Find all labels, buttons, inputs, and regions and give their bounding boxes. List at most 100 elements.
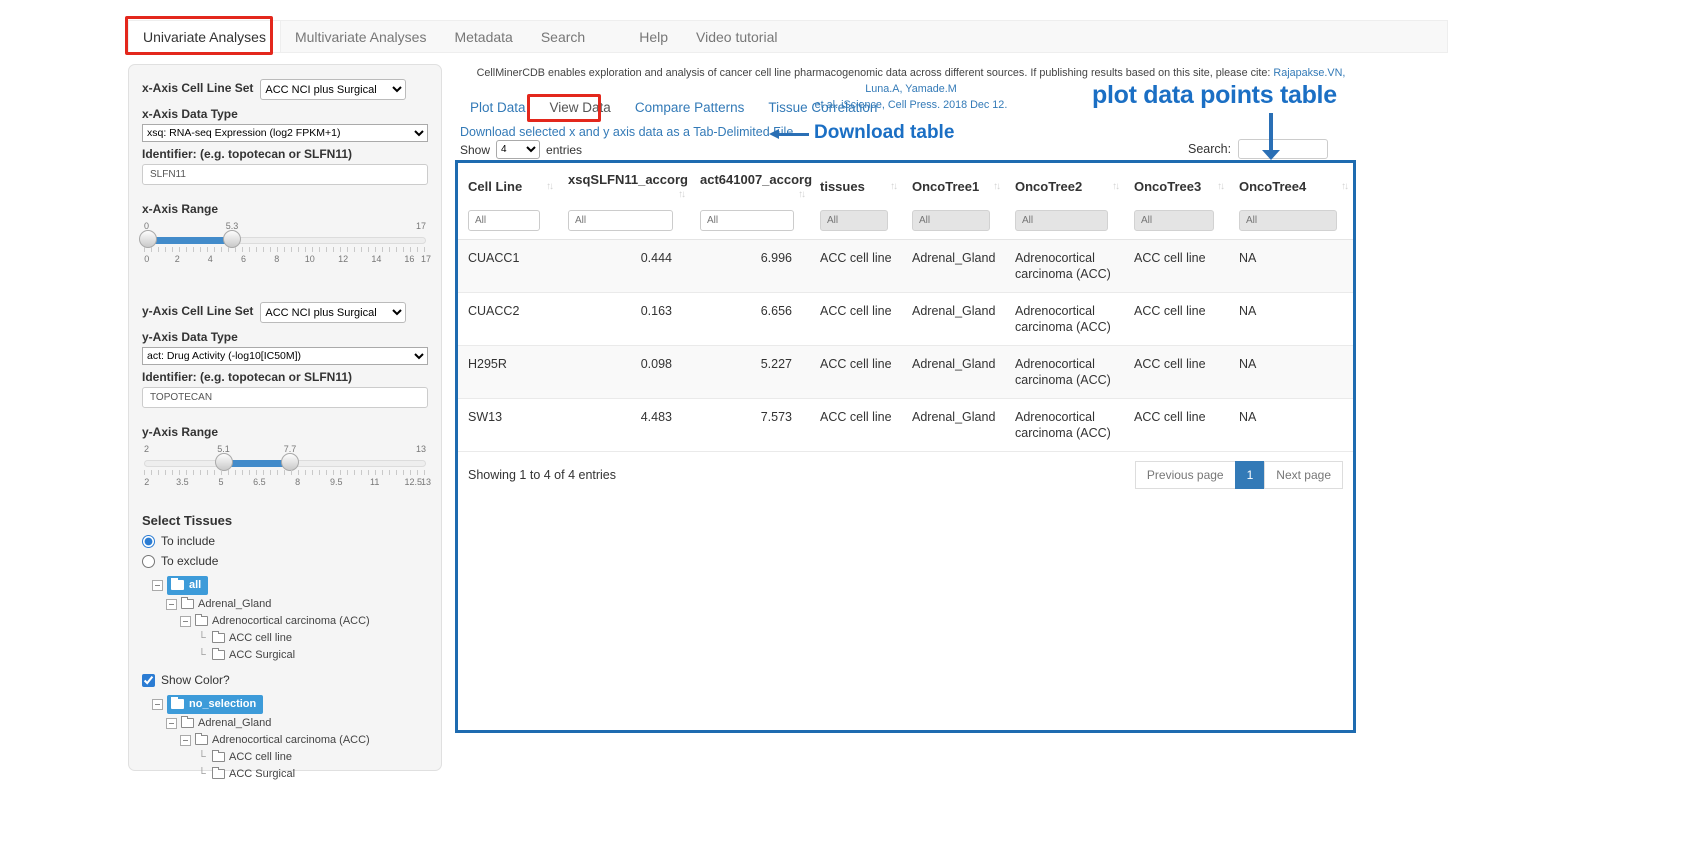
tree-node-acc[interactable]: Adrenocortical carcinoma (ACC): [180, 732, 428, 748]
show-label: Show: [460, 143, 490, 157]
table-cell: Adrenal_Gland: [902, 346, 1005, 399]
table-cell: SW13: [458, 399, 558, 452]
sort-icon[interactable]: ↑↓: [1217, 179, 1223, 192]
next-page-button[interactable]: Next page: [1264, 461, 1343, 489]
nav-item-search[interactable]: Search: [527, 21, 599, 52]
y-tick: 5: [218, 477, 223, 487]
show-color-checkbox[interactable]: [142, 674, 155, 687]
to-include-radio[interactable]: [142, 535, 155, 548]
filter-input-tissues[interactable]: [820, 210, 888, 231]
column-header-cell-line[interactable]: Cell Line↑↓: [458, 163, 558, 208]
tree-node-acc-cell-line[interactable]: └ ACC cell line: [198, 630, 428, 646]
select-tissues-label: Select Tissues: [142, 513, 428, 528]
y-axis-data-type-select[interactable]: act: Drug Activity (-log10[IC50M]): [142, 347, 428, 365]
collapse-icon[interactable]: [166, 599, 177, 610]
nav-item-video-tutorial[interactable]: Video tutorial: [682, 21, 791, 52]
leaf-connector: └: [198, 630, 208, 646]
x-axis-identifier-input[interactable]: [142, 164, 428, 185]
tab-tissue-correlation[interactable]: Tissue Correlation: [768, 100, 877, 115]
x-axis-data-type-label: x-Axis Data Type: [142, 107, 428, 121]
y-range-handle-high[interactable]: [281, 453, 299, 471]
collapse-icon[interactable]: [166, 718, 177, 729]
table-filter-row: [458, 208, 1353, 240]
tree-node-all[interactable]: all: [152, 576, 428, 595]
nav-item-multivariate-analyses[interactable]: Multivariate Analyses: [281, 21, 441, 52]
show-entries-control: Show 4 entries: [460, 140, 582, 159]
tree-node-adrenal-gland[interactable]: Adrenal_Gland: [166, 596, 428, 612]
y-axis-cell-line-set-select[interactable]: ACC NCI plus Surgical: [260, 302, 406, 323]
y-axis-identifier-input[interactable]: [142, 387, 428, 408]
sort-icon[interactable]: ↑↓: [993, 179, 999, 192]
to-include-label: To include: [161, 534, 215, 548]
filter-input-act641007[interactable]: [700, 210, 794, 231]
tree-node-acc[interactable]: Adrenocortical carcinoma (ACC): [180, 613, 428, 629]
table-cell: NA: [1229, 293, 1353, 346]
table-cell: 5.227: [690, 346, 810, 399]
tab-plot-data[interactable]: Plot Data: [470, 100, 526, 115]
table-cell: NA: [1229, 346, 1353, 399]
sort-icon[interactable]: ↑↓: [1341, 179, 1347, 192]
entries-label: entries: [546, 143, 582, 157]
column-header-xsqslfn11[interactable]: xsqSLFN11_accorg↑↓: [558, 163, 690, 208]
collapse-icon[interactable]: [152, 699, 163, 710]
x-axis-data-type-select[interactable]: xsq: RNA-seq Expression (log2 FPKM+1): [142, 124, 428, 142]
tree-node-adrenal-gland[interactable]: Adrenal_Gland: [166, 715, 428, 731]
search-label: Search:: [1188, 142, 1231, 156]
x-range-handle-low[interactable]: [139, 230, 157, 248]
y-tick: 2: [144, 477, 149, 487]
column-header-tissues[interactable]: tissues↑↓: [810, 163, 902, 208]
table-cell: Adrenocortical carcinoma (ACC): [1005, 346, 1124, 399]
table-search-input[interactable]: [1238, 139, 1328, 159]
sort-icon[interactable]: ↑↓: [798, 187, 804, 200]
column-header-act641007[interactable]: act641007_accorg↑↓: [690, 163, 810, 208]
column-header-oncotree1[interactable]: OncoTree1↑↓: [902, 163, 1005, 208]
entries-count-select[interactable]: 4: [496, 140, 540, 159]
column-header-oncotree4[interactable]: OncoTree4↑↓: [1229, 163, 1353, 208]
table-cell: ACC cell line: [810, 346, 902, 399]
previous-page-button[interactable]: Previous page: [1135, 461, 1236, 489]
filter-input-oncotree2[interactable]: [1015, 210, 1108, 231]
filter-input-oncotree4[interactable]: [1239, 210, 1337, 231]
x-tick: 14: [371, 254, 381, 264]
data-points-table: Cell Line↑↓ xsqSLFN11_accorg↑↓ act641007…: [458, 163, 1353, 452]
column-header-oncotree2[interactable]: OncoTree2↑↓: [1005, 163, 1124, 208]
annotation-down-arrowhead: [1262, 150, 1280, 160]
nav-item-help[interactable]: Help: [625, 21, 682, 52]
tab-compare-patterns[interactable]: Compare Patterns: [635, 100, 745, 115]
y-range-handle-low[interactable]: [215, 453, 233, 471]
folder-icon: [181, 718, 194, 728]
top-navbar: Univariate Analyses Multivariate Analyse…: [128, 20, 1448, 53]
table-cell: Adrenocortical carcinoma (ACC): [1005, 399, 1124, 452]
annotation-download-table: Download table: [814, 122, 954, 144]
table-cell: Adrenal_Gland: [902, 240, 1005, 293]
sort-icon[interactable]: ↑↓: [678, 187, 684, 200]
tree-node-acc-surgical[interactable]: └ ACC Surgical: [198, 647, 428, 663]
filter-input-xsqslfn11[interactable]: [568, 210, 673, 231]
filter-input-oncotree1[interactable]: [912, 210, 990, 231]
y-tick: 11: [370, 477, 379, 487]
data-points-table-container: Cell Line↑↓ xsqSLFN11_accorg↑↓ act641007…: [455, 160, 1356, 733]
tree-node-acc-cell-line[interactable]: └ ACC cell line: [198, 749, 428, 765]
x-range-fill: [144, 237, 232, 244]
x-range-handle-high[interactable]: [223, 230, 241, 248]
collapse-icon[interactable]: [152, 580, 163, 591]
annotation-left-arrow: [779, 133, 809, 136]
column-header-oncotree3[interactable]: OncoTree3↑↓: [1124, 163, 1229, 208]
filter-input-cell-line[interactable]: [468, 210, 540, 231]
collapse-icon[interactable]: [180, 616, 191, 627]
x-axis-cell-line-set-select[interactable]: ACC NCI plus Surgical: [260, 79, 406, 100]
sort-icon[interactable]: ↑↓: [890, 179, 896, 192]
table-row: CUACC1 0.444 6.996 ACC cell line Adrenal…: [458, 240, 1353, 293]
download-tab-delimited-link[interactable]: Download selected x and y axis data as a…: [460, 125, 793, 139]
filter-input-oncotree3[interactable]: [1134, 210, 1214, 231]
sort-icon[interactable]: ↑↓: [1112, 179, 1118, 192]
tree-node-acc-surgical[interactable]: └ ACC Surgical: [198, 766, 428, 782]
tree-node-no-selection[interactable]: no_selection: [152, 695, 428, 714]
collapse-icon[interactable]: [180, 735, 191, 746]
nav-item-metadata[interactable]: Metadata: [440, 21, 526, 52]
sort-icon[interactable]: ↑↓: [546, 179, 552, 192]
to-exclude-radio[interactable]: [142, 555, 155, 568]
table-cell: ACC cell line: [810, 399, 902, 452]
page-1-button[interactable]: 1: [1235, 461, 1266, 489]
annotation-red-box-view-data: [527, 94, 601, 122]
